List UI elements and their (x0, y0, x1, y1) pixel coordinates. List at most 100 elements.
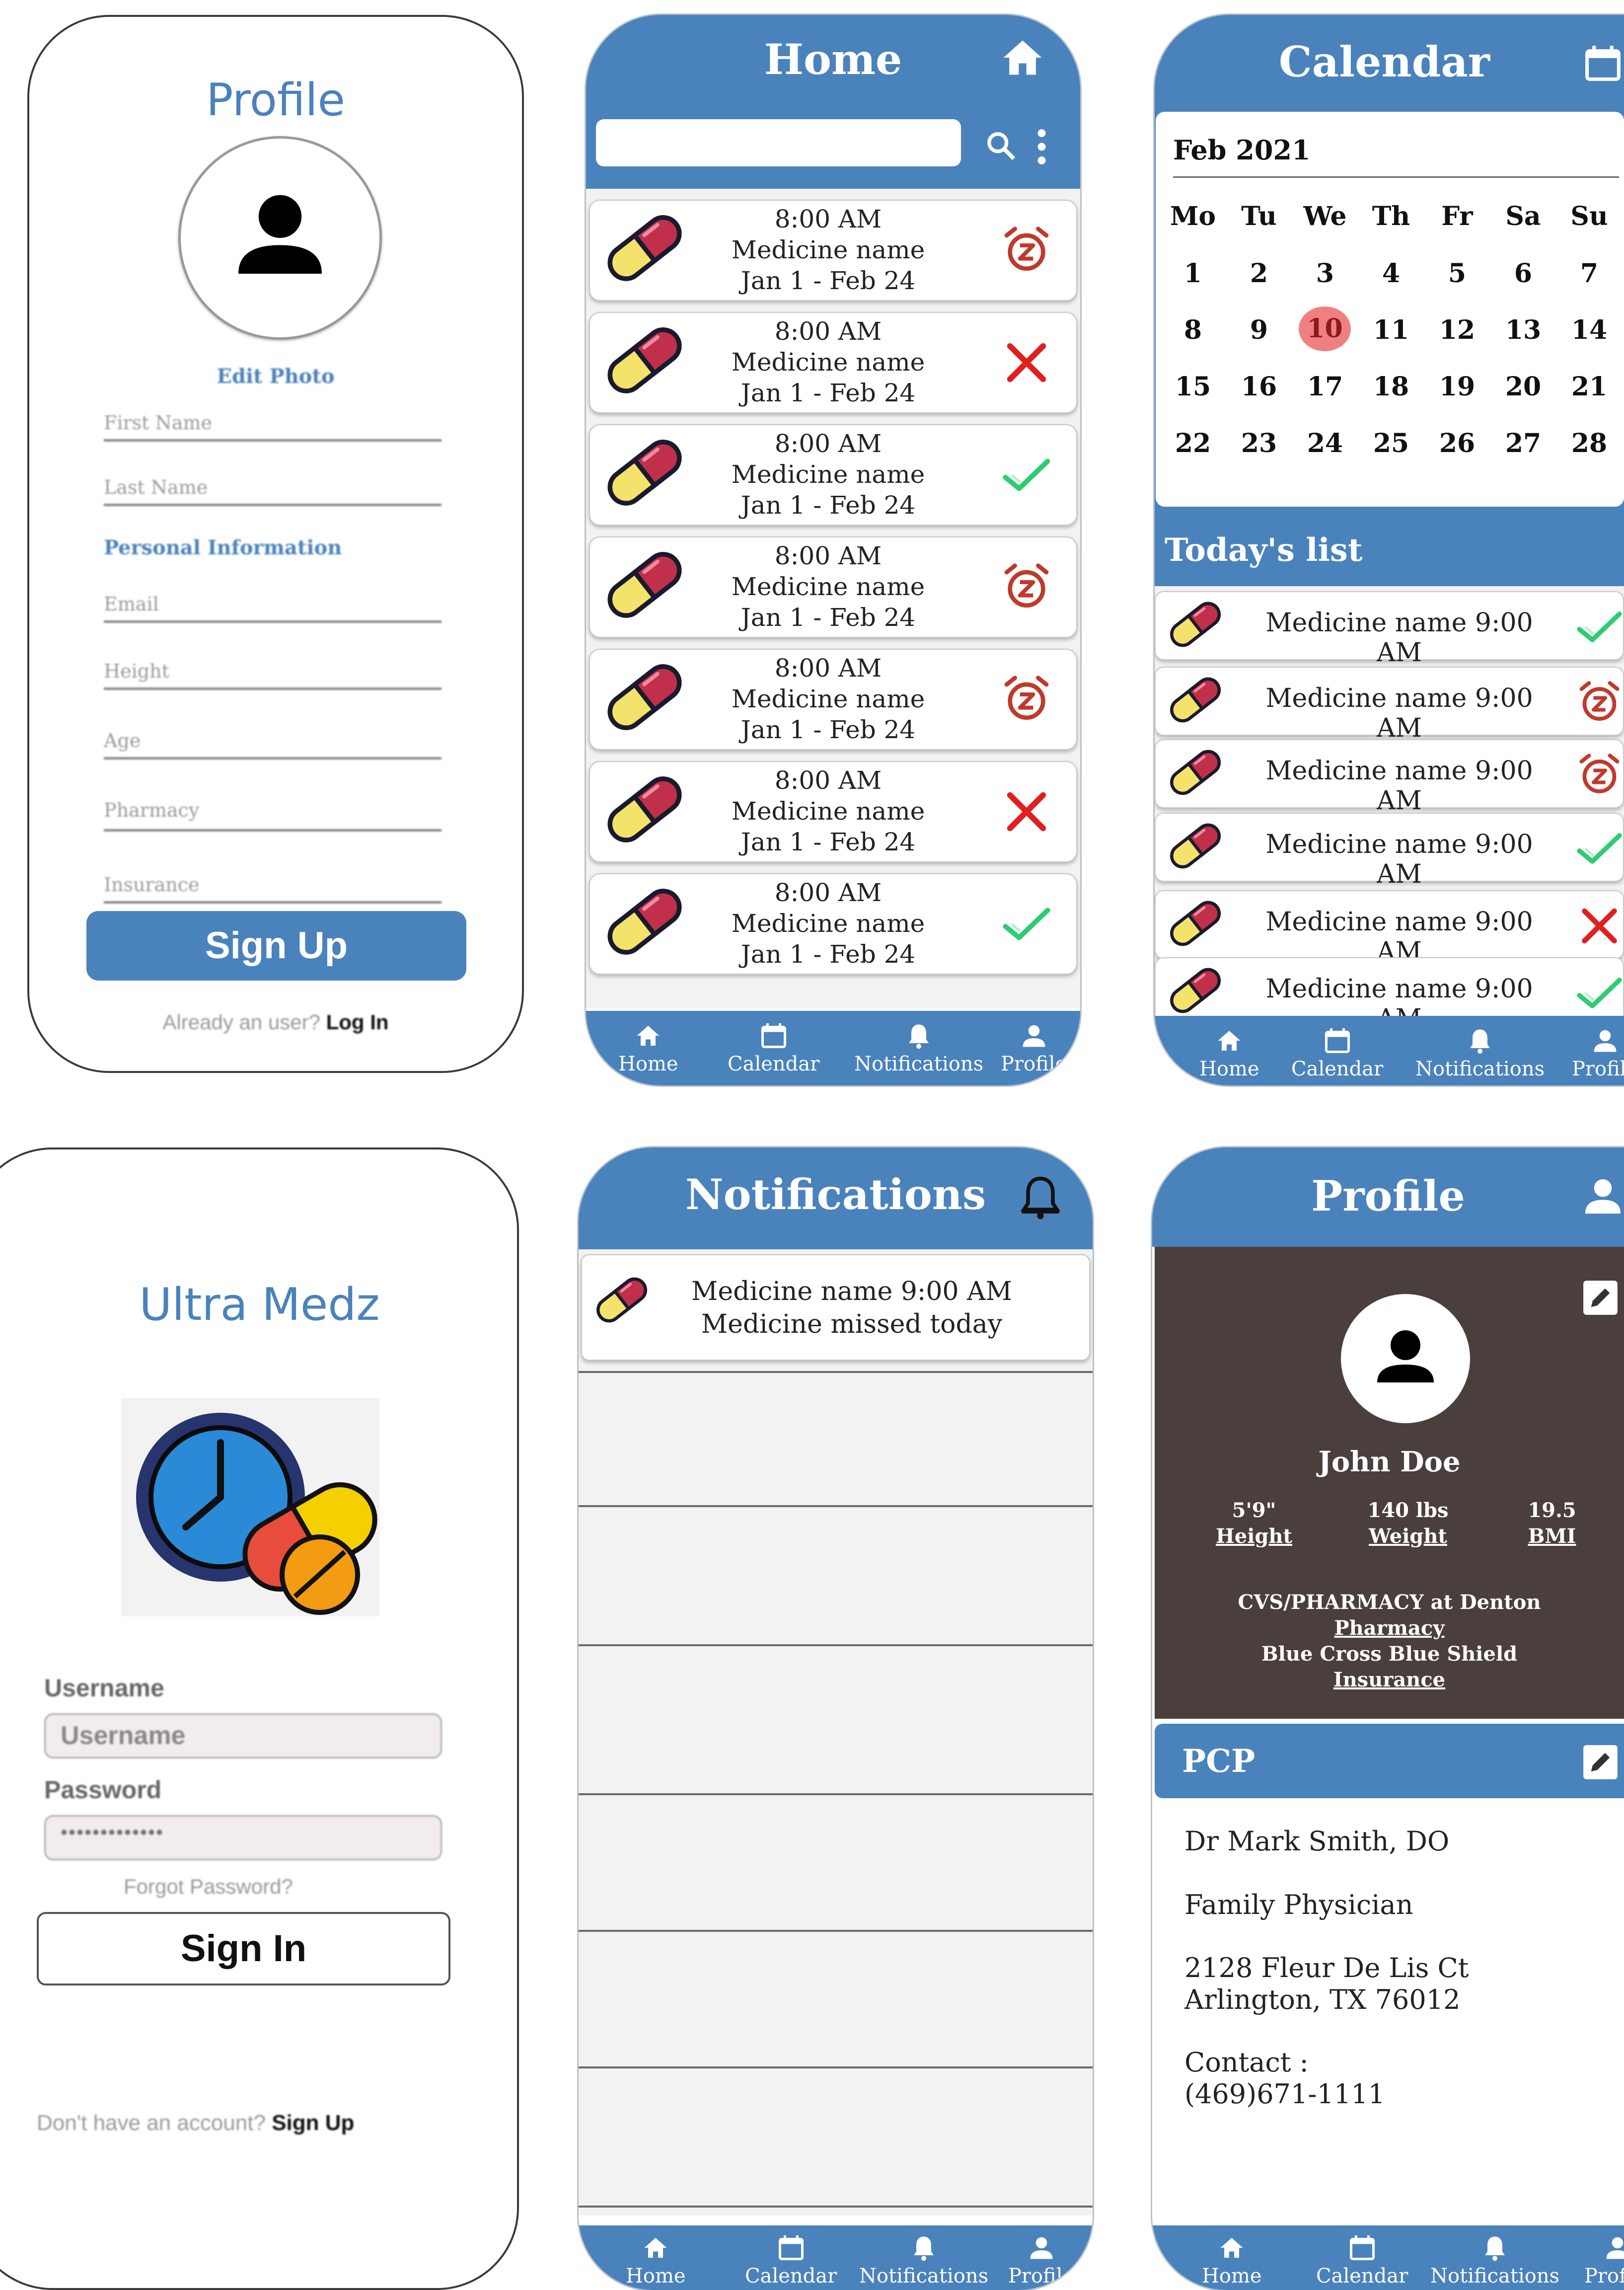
tab-profile[interactable]: Profile (1572, 1026, 1624, 1080)
calendar-day[interactable]: 6 (1493, 258, 1553, 289)
tab-calendar[interactable]: Calendar (1291, 1026, 1383, 1080)
calendar-day[interactable]: 19 (1427, 372, 1487, 402)
forgot-password-link[interactable]: Forgot Password? (124, 1875, 293, 1899)
tab-profile[interactable]: Profile (1001, 1021, 1067, 1075)
edit-photo-link[interactable]: Edit Photo (29, 365, 522, 388)
calendar-icon[interactable] (1582, 42, 1624, 84)
search-input[interactable] (596, 119, 961, 166)
home-header: Home (586, 15, 1080, 189)
calendar-day[interactable]: 3 (1295, 258, 1355, 289)
today-item[interactable]: Medicine name 9:00 AM (1155, 591, 1624, 668)
snooze-alarm-icon[interactable] (1002, 562, 1051, 612)
calendar-day[interactable]: 1 (1163, 258, 1223, 289)
calendar-day[interactable]: 9 (1229, 315, 1289, 345)
tab-calendar[interactable]: Calendar (1316, 2233, 1408, 2288)
username-input[interactable]: Username (44, 1713, 442, 1758)
checkmark-icon[interactable] (1576, 826, 1623, 871)
medicine-card[interactable]: 8:00 AM Medicine name Jan 1 - Feb 24 (589, 536, 1077, 638)
calendar-day[interactable]: 17 (1295, 372, 1355, 402)
last-name-field[interactable]: Last Name (104, 476, 208, 498)
calendar-day[interactable]: 16 (1229, 372, 1289, 402)
signin-button[interactable]: Sign In (37, 1912, 450, 1985)
calendar-day[interactable]: 20 (1493, 372, 1553, 402)
insurance-field[interactable]: Insurance (104, 874, 200, 896)
snooze-alarm-icon[interactable] (1576, 753, 1623, 797)
signup-button[interactable]: Sign Up (86, 911, 466, 981)
calendar-day[interactable]: 5 (1427, 258, 1487, 289)
search-icon[interactable] (983, 128, 1018, 163)
calendar-day[interactable]: 13 (1493, 315, 1553, 345)
profile-avatar[interactable] (1341, 1294, 1470, 1423)
calendar-day[interactable]: 11 (1361, 315, 1421, 345)
calendar-day[interactable]: 4 (1361, 258, 1421, 289)
calendar-day[interactable]: 27 (1493, 428, 1553, 458)
calendar-month[interactable]: Feb 2021 (1173, 134, 1311, 166)
password-input[interactable]: ••••••••••••• (44, 1815, 442, 1860)
notification-card[interactable]: Medicine name 9:00 AM Medicine missed tod… (581, 1254, 1090, 1361)
cross-icon[interactable] (1002, 787, 1051, 837)
tab-home[interactable]: Home (618, 1021, 678, 1075)
age-field[interactable]: Age (104, 730, 141, 752)
calendar-day[interactable]: 14 (1559, 315, 1619, 345)
tab-notifications[interactable]: Notifications (1430, 2233, 1559, 2288)
edit-icon[interactable] (1582, 1279, 1619, 1316)
home-icon[interactable] (1000, 35, 1045, 80)
calendar-day[interactable]: 18 (1361, 372, 1421, 402)
calendar-day[interactable]: 15 (1163, 372, 1223, 402)
today-item[interactable]: Medicine name 9:00 AM (1155, 890, 1624, 967)
snooze-alarm-icon[interactable] (1002, 226, 1051, 275)
calendar-day[interactable]: 28 (1559, 428, 1619, 458)
tab-home[interactable]: Home (1199, 1026, 1259, 1080)
checkmark-icon[interactable] (1002, 450, 1051, 500)
today-item[interactable]: Medicine name 9:00 AM (1155, 739, 1624, 816)
calendar-day[interactable]: 12 (1427, 315, 1487, 345)
tab-calendar[interactable]: Calendar (728, 1021, 819, 1075)
snooze-alarm-icon[interactable] (1002, 675, 1051, 724)
more-vert-icon[interactable] (1035, 128, 1048, 165)
contact-phone[interactable]: (469)671-1111 (1184, 2078, 1385, 2110)
checkmark-icon[interactable] (1576, 605, 1623, 649)
tab-profile[interactable]: Profile (1584, 2233, 1624, 2288)
medicine-card[interactable]: 8:00 AM Medicine name Jan 1 - Feb 24 (589, 200, 1077, 301)
calendar-day[interactable]: 24 (1295, 428, 1355, 458)
calendar-day[interactable]: 22 (1163, 428, 1223, 458)
bell-icon[interactable] (1016, 1172, 1065, 1222)
medicine-card[interactable]: 8:00 AM Medicine name Jan 1 - Feb 24 (589, 649, 1077, 750)
snooze-alarm-icon[interactable] (1576, 680, 1623, 725)
medicine-card[interactable]: 8:00 AM Medicine name Jan 1 - Feb 24 (589, 873, 1077, 975)
tab-home[interactable]: Home (626, 2233, 686, 2288)
height-field[interactable]: Height (104, 660, 169, 682)
tab-notifications[interactable]: Notifications (854, 1021, 983, 1075)
first-name-field[interactable]: First Name (104, 412, 212, 434)
today-item[interactable]: Medicine name 9:00 AM (1155, 813, 1624, 889)
tab-home[interactable]: Home (1202, 2233, 1262, 2288)
tab-profile[interactable]: Profile (1008, 2233, 1074, 2288)
avatar[interactable] (178, 136, 382, 340)
pharmacy-field[interactable]: Pharmacy (104, 799, 199, 821)
tab-notifications[interactable]: Notifications (1415, 1026, 1545, 1080)
calendar-day[interactable]: 10 (1299, 306, 1351, 351)
calendar-day[interactable]: 7 (1559, 258, 1619, 289)
calendar-day[interactable]: 25 (1361, 428, 1421, 458)
medicine-card[interactable]: 8:00 AM Medicine name Jan 1 - Feb 24 (589, 761, 1077, 862)
signup-link[interactable]: Sign Up (272, 2111, 354, 2135)
cross-icon[interactable] (1576, 904, 1623, 948)
calendar-day[interactable]: 26 (1427, 428, 1487, 458)
medicine-card[interactable]: 8:00 AM Medicine name Jan 1 - Feb 24 (589, 424, 1077, 526)
calendar-day[interactable]: 8 (1163, 315, 1223, 345)
tab-notifications[interactable]: Notifications (859, 2233, 988, 2288)
calendar-day[interactable]: 23 (1229, 428, 1289, 458)
login-link[interactable]: Log In (326, 1010, 389, 1034)
pill-icon (607, 664, 682, 730)
email-field[interactable]: Email (104, 593, 159, 615)
cross-icon[interactable] (1002, 338, 1051, 387)
calendar-day[interactable]: 21 (1559, 372, 1619, 402)
checkmark-icon[interactable] (1576, 971, 1623, 1015)
today-item[interactable]: Medicine name 9:00 AM (1155, 667, 1624, 743)
calendar-day[interactable]: 2 (1229, 258, 1289, 289)
person-icon[interactable] (1579, 1172, 1624, 1220)
checkmark-icon[interactable] (1002, 899, 1051, 949)
tab-calendar[interactable]: Calendar (745, 2233, 837, 2288)
medicine-card[interactable]: 8:00 AM Medicine name Jan 1 - Feb 24 (589, 312, 1077, 413)
edit-icon[interactable] (1582, 1744, 1619, 1781)
